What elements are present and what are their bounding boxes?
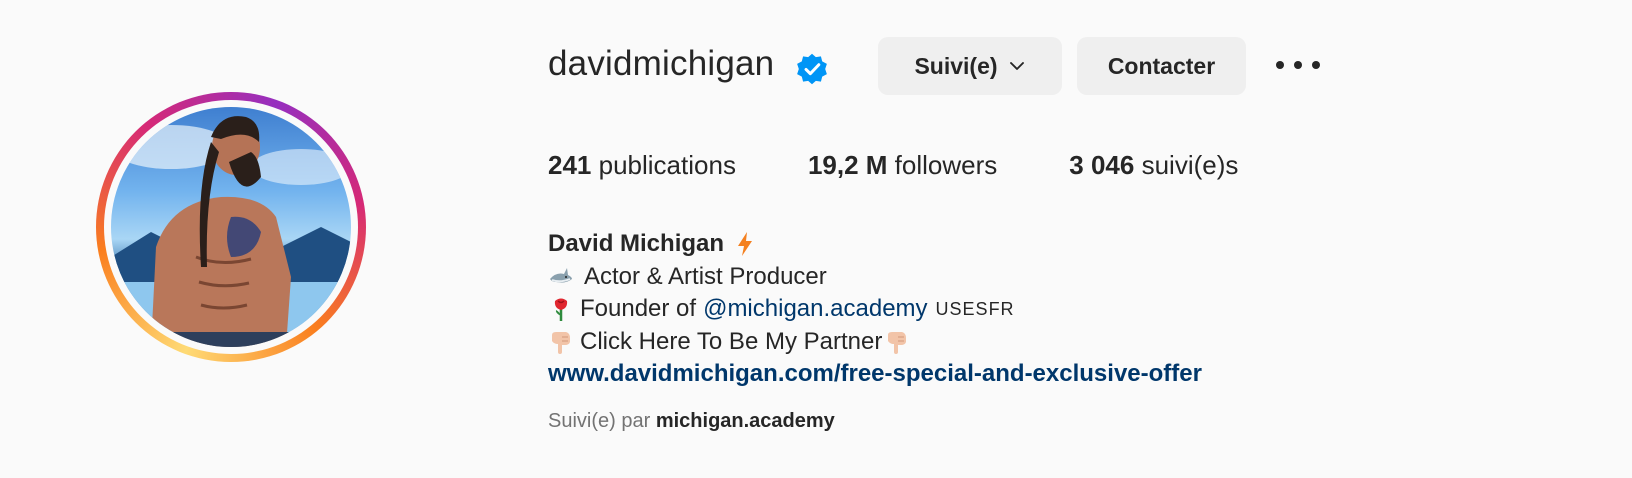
mention-link[interactable]: @michigan.academy: [703, 293, 927, 326]
profile-stats: 241 publications 19,2 M followers 3 046 …: [548, 150, 1310, 181]
avatar-photo: [111, 116, 351, 347]
posts-label: publications: [598, 150, 736, 180]
followed-by-account-link[interactable]: michigan.academy: [656, 410, 835, 432]
bio-website-row: www.davidmichigan.com/free-special-and-e…: [548, 358, 1202, 391]
profile-avatar-story-ring[interactable]: [96, 92, 366, 362]
lightning-bolt-icon: [738, 232, 753, 257]
profile-header: davidmichigan Suivi(e) Contacter 241 pub…: [0, 0, 1632, 478]
bio-line-2-prefix: Founder of: [580, 295, 697, 322]
chevron-down-icon: [1009, 62, 1024, 70]
followed-by-prefix: Suivi(e) par: [548, 410, 651, 432]
stat-followers[interactable]: 19,2 M followers: [808, 150, 997, 181]
more-dot: [1312, 61, 1320, 69]
profile-bio: David Michigan Actor & Artist Producer F…: [548, 228, 1202, 391]
verified-badge-icon: [797, 53, 827, 85]
avatar: [111, 107, 351, 347]
bio-line-2: Founder of @michigan.academy USESFR: [548, 293, 1202, 326]
rose-icon: [554, 298, 568, 322]
stat-posts: 241 publications: [548, 150, 736, 181]
following-count: 3 046: [1069, 150, 1135, 180]
pointing-down-hand-icon: [888, 331, 907, 354]
more-options-icon[interactable]: [1276, 50, 1320, 80]
website-link[interactable]: www.davidmichigan.com/free-special-and-e…: [548, 358, 1202, 391]
bio-line-3: Click Here To Be My Partner: [548, 326, 1202, 359]
stat-following[interactable]: 3 046 suivi(e)s: [1069, 150, 1238, 181]
followers-label: followers: [894, 150, 998, 180]
bio-line-3-text: Click Here To Be My Partner: [580, 327, 883, 355]
following-button-label: Suivi(e): [914, 52, 998, 79]
more-dot: [1294, 61, 1302, 69]
posts-count: 241: [548, 150, 592, 180]
profile-username: davidmichigan: [548, 44, 775, 83]
bio-line-1: Actor & Artist Producer: [548, 261, 1202, 294]
full-name-row: David Michigan: [548, 228, 1202, 261]
following-label: suivi(e)s: [1141, 150, 1239, 180]
avatar-frame: [104, 100, 358, 354]
followed-by: Suivi(e) par michigan.academy: [548, 410, 835, 433]
following-button[interactable]: Suivi(e): [878, 37, 1062, 95]
bio-line-1-text: Actor & Artist Producer: [584, 262, 827, 290]
followers-count: 19,2 M: [807, 150, 888, 180]
shark-icon: [550, 267, 572, 283]
more-dot: [1276, 61, 1284, 69]
bio-line-2-suffix: USESFR: [935, 299, 1015, 319]
pointing-down-hand-icon: [552, 331, 570, 354]
contact-button[interactable]: Contacter: [1077, 37, 1246, 95]
full-name: David Michigan: [548, 230, 725, 257]
